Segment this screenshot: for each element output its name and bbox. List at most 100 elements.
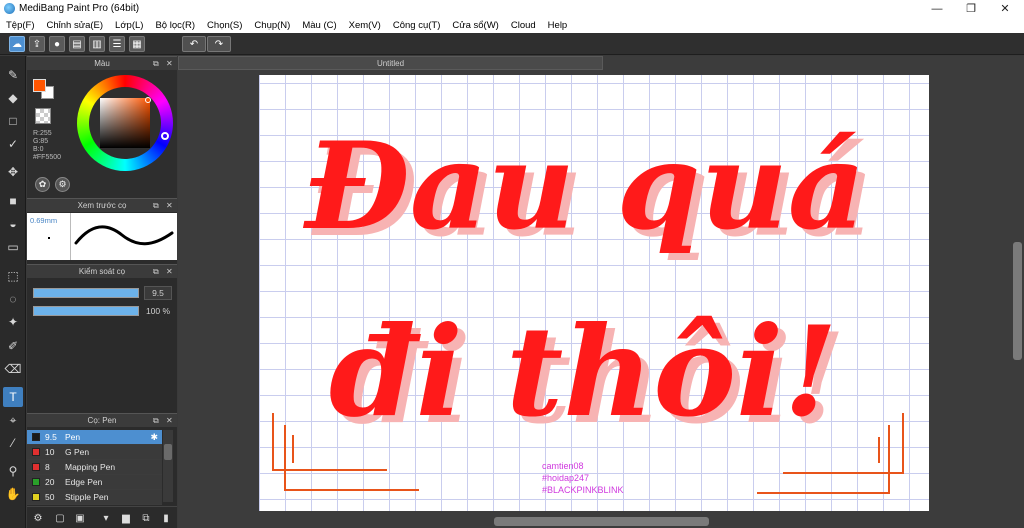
brush-size-label: 0.69mm — [30, 216, 58, 225]
list-icon[interactable]: ☰ — [109, 36, 125, 52]
brush-tool-icon[interactable]: ✎ — [3, 65, 23, 85]
undock-icon[interactable]: ⧉ — [153, 59, 159, 69]
folder-icon[interactable]: ▆ — [119, 511, 133, 525]
color-panel: R:255 G:85 B:0 #FF5500 ✿ ⚙ — [27, 70, 177, 198]
palette-icon[interactable]: ✿ — [35, 177, 50, 192]
brush-list-item[interactable]: 10 G Pen — [27, 445, 162, 460]
color-wheel[interactable] — [77, 75, 173, 171]
horizontal-scrollbar[interactable] — [178, 514, 1010, 528]
panel-close-icon[interactable]: ✕ — [166, 267, 173, 276]
text-tool-icon[interactable]: T — [3, 387, 23, 407]
menu-cloud[interactable]: Cloud — [505, 20, 542, 31]
saturation-value-square[interactable] — [100, 98, 150, 148]
foreground-color-swatch[interactable] — [33, 79, 46, 92]
new-brush-icon[interactable]: ▢ — [53, 511, 67, 525]
undock-icon[interactable]: ⧉ — [153, 201, 159, 211]
menu-layer[interactable]: Lớp(L) — [109, 20, 149, 31]
undock-icon[interactable]: ⧉ — [153, 267, 159, 277]
undock-icon[interactable]: ⧉ — [153, 416, 159, 426]
dot-pen-tool-icon[interactable]: ✓ — [3, 134, 23, 154]
grid-icon[interactable]: ▦ — [129, 36, 145, 52]
lettering-line1: Đau quá — [302, 116, 866, 257]
brush-menu-icon[interactable]: ▾ — [99, 511, 113, 525]
duplicate-brush-icon[interactable]: ⧉ — [139, 511, 153, 525]
brush-settings-icon[interactable]: ⚙ — [31, 511, 45, 525]
watermark-username: camtien08 — [542, 461, 584, 471]
brush-opacity-fill — [34, 307, 138, 315]
brush-list-item[interactable]: 20 Edge Pen — [27, 475, 162, 490]
add-brush-icon[interactable]: ▣ — [73, 511, 87, 525]
main-toolbar: ☁ ⇪ ● ▤ ▥ ☰ ▦ ↶ ↷ — [0, 33, 1024, 55]
chat-icon[interactable]: ● — [49, 36, 65, 52]
brush-list-item[interactable]: 8 Mapping Pen — [27, 460, 162, 475]
lettering-artwork: Đau quá Đau quá đi thôi! đi thôi! — [272, 116, 904, 494]
close-button[interactable]: ✕ — [988, 0, 1022, 17]
menu-view[interactable]: Xem(V) — [343, 20, 387, 31]
menu-window[interactable]: Cửa sổ(W) — [446, 20, 504, 31]
move-tool-icon[interactable]: ✥ — [3, 162, 23, 182]
minimize-button[interactable]: — — [920, 0, 954, 17]
side-panels: Màu ⧉ ✕ R:255 G:85 B:0 #FF5500 ✿ ⚙ Xem t… — [27, 56, 177, 528]
panel-close-icon[interactable]: ✕ — [166, 59, 173, 68]
hand-tool-icon[interactable]: ✋ — [3, 484, 23, 504]
select-eraser-tool-icon[interactable]: ⌫ — [3, 359, 23, 379]
menu-edit[interactable]: Chỉnh sửa(E) — [41, 20, 110, 31]
lettering-line2: đi thôi! — [329, 300, 838, 445]
brush-size-slider[interactable] — [33, 288, 139, 298]
magic-wand-tool-icon[interactable]: ✦ — [3, 312, 23, 332]
select-pen-tool-icon[interactable]: ✐ — [3, 336, 23, 356]
document-tab[interactable]: Untitled — [178, 56, 603, 70]
brush-color-swatch — [32, 463, 40, 471]
color-values: R:255 G:85 B:0 #FF5500 — [33, 130, 61, 162]
menu-filter[interactable]: Bộ lọc(R) — [149, 20, 201, 31]
brush-size-value[interactable]: 9.5 — [144, 286, 172, 300]
panel-close-icon[interactable]: ✕ — [166, 416, 173, 425]
menu-tools[interactable]: Công cụ(T) — [387, 20, 447, 31]
brush-control-header: Kiểm soát cọ ⧉ ✕ — [27, 264, 177, 278]
menu-select[interactable]: Chọn(S) — [201, 20, 248, 31]
menu-file[interactable]: Tệp(F) — [0, 20, 41, 31]
app-window: MediBang Paint Pro (64bit) — ❐ ✕ Tệp(F) … — [0, 0, 1024, 528]
lasso-tool-icon[interactable]: ◌ — [3, 289, 23, 309]
menu-capture[interactable]: Chụp(N) — [248, 20, 296, 31]
delete-brush-icon[interactable]: ▮ — [159, 511, 173, 525]
document-icon[interactable]: ▥ — [89, 36, 105, 52]
bucket-tool-icon[interactable]: ◒ — [3, 214, 23, 234]
menu-help[interactable]: Help — [542, 20, 574, 31]
brush-list-scrollbar[interactable] — [163, 430, 173, 502]
select-tool-icon[interactable]: ⬚ — [3, 266, 23, 286]
undo-button[interactable]: ↶ — [182, 36, 206, 52]
brush-stroke-preview — [74, 225, 174, 246]
palette-settings-icon[interactable]: ⚙ — [55, 177, 70, 192]
menu-color[interactable]: Màu (C) — [296, 20, 342, 31]
dropper-tool-icon[interactable]: ⚲ — [3, 461, 23, 481]
transparent-color-swatch[interactable] — [35, 108, 51, 124]
tool-palette: ✎ ◆ □ ✓ ✥ ■ ◒ ▭ ⬚ ◌ ✦ ✐ ⌫ T ⌖ ⁄ ⚲ ✋ — [0, 56, 26, 528]
eraser-tool-icon[interactable]: ◆ — [3, 88, 23, 108]
gradient-tool-icon[interactable]: ▭ — [3, 237, 23, 257]
fill-rect-tool-icon[interactable]: ■ — [3, 191, 23, 211]
title-bar: MediBang Paint Pro (64bit) — ❐ ✕ — [0, 0, 1024, 17]
hex-value: #FF5500 — [33, 154, 62, 161]
brush-list-item[interactable]: 50 Stipple Pen — [27, 490, 162, 505]
brush-preview-title: Xem trước cọ — [77, 201, 127, 210]
drawing-canvas[interactable]: Đau quá Đau quá đi thôi! đi thôi! camtie… — [259, 75, 929, 511]
upload-icon[interactable]: ⇪ — [29, 36, 45, 52]
panel-close-icon[interactable]: ✕ — [166, 201, 173, 210]
color-marker[interactable] — [145, 97, 151, 103]
vertical-scrollbar[interactable] — [1010, 70, 1024, 513]
brush-size-fill — [34, 289, 138, 297]
comment-icon[interactable]: ▤ — [69, 36, 85, 52]
rectangle-tool-icon[interactable]: □ — [3, 111, 23, 131]
brush-opacity-value: 100 % — [145, 306, 171, 316]
brush-control-title: Kiểm soát cọ — [78, 267, 126, 276]
eyedropper-tool-icon[interactable]: ⁄ — [3, 433, 23, 453]
maximize-button[interactable]: ❐ — [954, 0, 988, 17]
brush-opacity-slider[interactable] — [33, 306, 139, 316]
redo-button[interactable]: ↷ — [207, 36, 231, 52]
brush-list-item[interactable]: 9.5 Pen ✱ — [27, 430, 162, 445]
cloud-icon[interactable]: ☁ — [9, 36, 25, 52]
hue-marker[interactable] — [161, 132, 169, 140]
operation-tool-icon[interactable]: ⌖ — [3, 410, 23, 430]
brush-settings-icon[interactable]: ✱ — [150, 432, 158, 443]
